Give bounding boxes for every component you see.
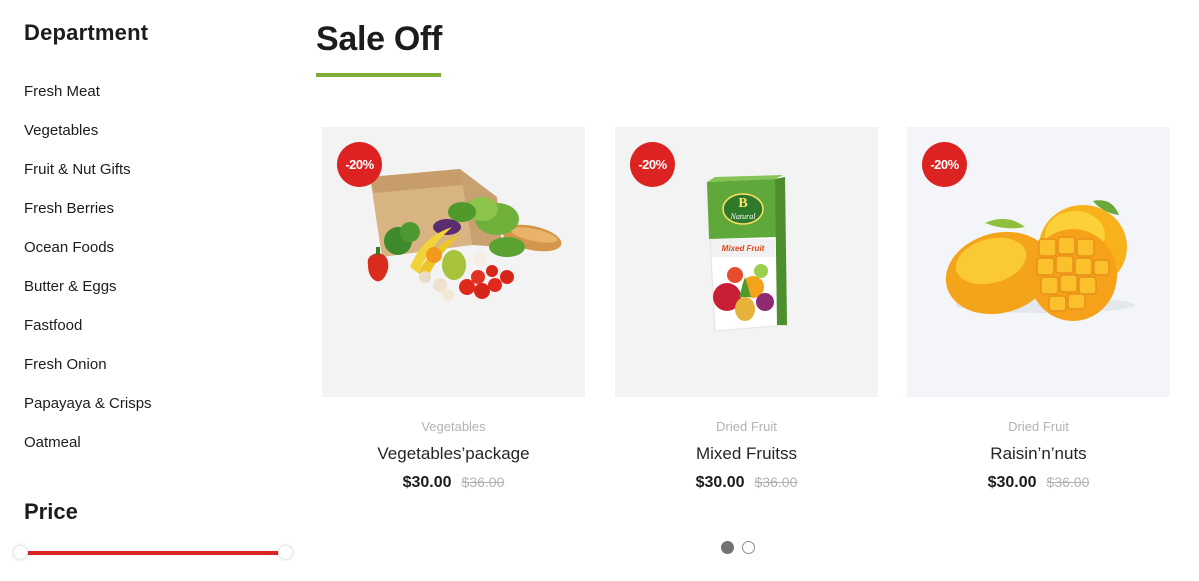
product-card: -20% Vegetables Vegetables’package $30.0… xyxy=(322,127,585,492)
product-image-link[interactable]: -20% xyxy=(907,127,1170,397)
product-info: Dried Fruit Raisin’n’nuts $30.00 $36.00 xyxy=(907,397,1170,492)
product-name-link[interactable]: Mixed Fruitss xyxy=(615,444,878,464)
product-info: Dried Fruit Mixed Fruitss $30.00 $36.00 xyxy=(615,397,878,492)
department-item-butter-eggs[interactable]: Butter & Eggs xyxy=(24,275,152,314)
department-list: Fresh Meat Vegetables Fruit & Nut Gifts … xyxy=(24,80,152,470)
product-name-link[interactable]: Vegetables’package xyxy=(322,444,585,464)
title-underline xyxy=(316,73,441,77)
department-item-papayaya-crisps[interactable]: Papayaya & Crisps xyxy=(24,392,152,431)
discount-badge: -20% xyxy=(922,142,967,187)
department-item-fresh-berries[interactable]: Fresh Berries xyxy=(24,197,152,236)
svg-text:Mixed Fruit: Mixed Fruit xyxy=(722,244,765,253)
department-title: Department xyxy=(24,20,149,45)
product-price: $30.00 $36.00 xyxy=(907,474,1170,492)
section-title: Sale Off xyxy=(316,20,443,58)
discount-badge: -20% xyxy=(337,142,382,187)
current-price: $30.00 xyxy=(987,474,1037,491)
product-price: $30.00 $36.00 xyxy=(615,474,878,492)
svg-text:B: B xyxy=(738,196,747,211)
product-image-link[interactable]: B Natural Mixed Fruit -20% xyxy=(615,127,878,397)
department-item-fruit-nut-gifts[interactable]: Fruit & Nut Gifts xyxy=(24,158,152,197)
current-price: $30.00 xyxy=(402,474,452,491)
product-card: -20% Dried Fruit Raisin’n’nuts $30.00 $36… xyxy=(907,127,1170,492)
department-item-vegetables[interactable]: Vegetables xyxy=(24,119,152,158)
carousel-dots xyxy=(721,541,763,555)
product-info: Vegetables Vegetables’package $30.00 $36.… xyxy=(322,397,585,492)
price-max-handle[interactable] xyxy=(278,545,293,560)
department-item-oatmeal[interactable]: Oatmeal xyxy=(24,431,152,470)
current-price: $30.00 xyxy=(695,474,745,491)
product-price: $30.00 $36.00 xyxy=(322,474,585,492)
carousel-dot-2[interactable] xyxy=(742,541,755,554)
product-category: Dried Fruit xyxy=(1008,419,1069,434)
department-item-ocean-foods[interactable]: Ocean Foods xyxy=(24,236,152,275)
product-category: Dried Fruit xyxy=(716,419,777,434)
department-item-fresh-onion[interactable]: Fresh Onion xyxy=(24,353,152,392)
product-image-link[interactable]: -20% xyxy=(322,127,585,397)
product-name-link[interactable]: Raisin’n’nuts xyxy=(907,444,1170,464)
product-card: B Natural Mixed Fruit -20% Dried Fruit M… xyxy=(615,127,878,492)
old-price: $36.00 xyxy=(1046,474,1090,490)
department-item-fresh-meat[interactable]: Fresh Meat xyxy=(24,80,152,119)
carousel-dot-1[interactable] xyxy=(721,541,734,554)
price-min-handle[interactable] xyxy=(13,545,28,560)
price-title: Price xyxy=(24,499,78,524)
old-price: $36.00 xyxy=(461,474,505,490)
old-price: $36.00 xyxy=(754,474,798,490)
svg-text:Natural: Natural xyxy=(730,212,757,221)
discount-badge: -20% xyxy=(630,142,675,187)
price-range-track[interactable] xyxy=(20,551,280,555)
sale-off-section: Sale Off -20% Vegetables Vegetables’pack… xyxy=(316,0,1186,581)
product-carousel: -20% Vegetables Vegetables’package $30.0… xyxy=(322,127,1182,507)
sidebar: Department Fresh Meat Vegetables Fruit &… xyxy=(13,0,294,581)
price-range-slider[interactable] xyxy=(13,544,293,562)
department-item-fastfood[interactable]: Fastfood xyxy=(24,314,152,353)
product-category: Vegetables xyxy=(421,419,486,434)
